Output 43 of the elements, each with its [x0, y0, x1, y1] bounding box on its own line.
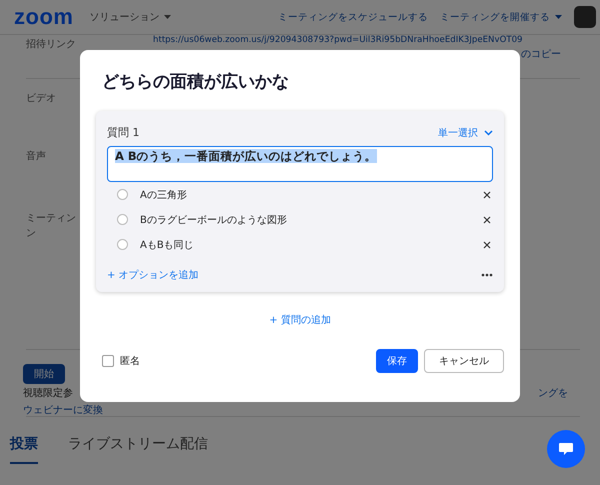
remove-icon[interactable] — [483, 216, 491, 224]
field-label: ン — [26, 227, 37, 240]
cancel-button[interactable]: キャンセル — [424, 349, 504, 373]
remove-icon[interactable] — [483, 240, 491, 248]
chevron-down-icon[interactable] — [484, 130, 493, 136]
more-icon[interactable] — [481, 273, 493, 277]
view-only-text: 視聴限定参 — [23, 386, 73, 400]
start-button[interactable]: 開始 — [23, 364, 65, 384]
convert-webinar-link[interactable]: ウェビナーに変換 — [23, 403, 103, 417]
question-type-dropdown[interactable]: 単一選択 — [438, 126, 493, 140]
header-link[interactable]: ミーティングを開催する — [440, 10, 562, 24]
remove-icon[interactable] — [483, 190, 491, 198]
radio-button[interactable] — [117, 189, 128, 200]
option-label[interactable]: AもBも同じ — [140, 238, 194, 252]
copy-link[interactable]: のコピー — [521, 47, 561, 61]
meeting-link[interactable]: ングを — [538, 386, 568, 400]
field-label: ミーティン — [26, 212, 76, 225]
question-field[interactable]: A Bのうち，一番面積が広いのはどれでしょう。 — [107, 146, 493, 182]
header-link[interactable]: ミーティングをスケジュールする — [278, 10, 428, 24]
question-label: 質問 1 — [107, 125, 140, 140]
dialog-title: どちらの面積が広いかな — [102, 71, 290, 93]
save-button[interactable]: 保存 — [376, 349, 418, 373]
field-label: ビデオ — [26, 92, 56, 105]
chat-bubble-icon — [558, 442, 574, 456]
chat-button[interactable] — [547, 430, 585, 468]
anonymous-checkbox[interactable] — [102, 355, 114, 367]
field-label: 音声 — [26, 150, 46, 163]
option-label[interactable]: Aの三角形 — [140, 188, 187, 202]
avatar-icon[interactable] — [574, 6, 596, 28]
caret-icon — [555, 15, 562, 19]
field-label: 招待リンク — [26, 38, 77, 51]
tab[interactable]: ライブストリーム配信 — [68, 435, 208, 464]
add-option-link[interactable]: + オプションを追加 — [107, 268, 199, 282]
radio-button[interactable] — [117, 214, 128, 225]
option-label[interactable]: Bのラグビーボールのような図形 — [140, 212, 287, 226]
add-question-link[interactable]: + 質問の追加 — [269, 313, 331, 327]
tab[interactable]: 投票 — [10, 435, 38, 464]
invite-link[interactable]: https://us06web.zoom.us/j/92094308793?pwd=Uil3Ri95bDNraHhoeEdIK3JpeENvOT09 — [153, 35, 561, 45]
caret-icon — [164, 15, 172, 19]
checkbox-label: 匿名 — [120, 355, 140, 368]
zoom-logo[interactable]: zoom — [14, 4, 74, 30]
solutions-menu[interactable]: ソリューション — [89, 10, 172, 24]
radio-button[interactable] — [117, 239, 128, 250]
